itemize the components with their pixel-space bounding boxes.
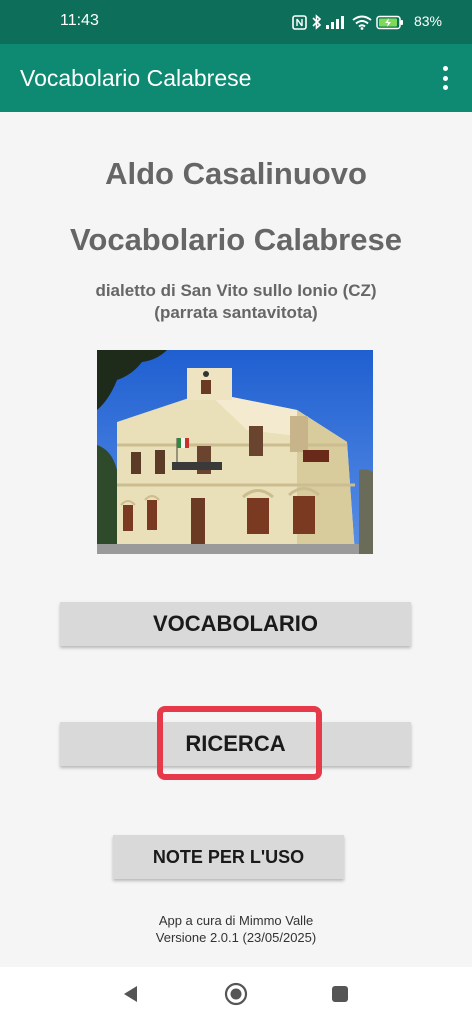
app-bar: Vocabolario Calabrese <box>0 44 472 112</box>
status-bar: 11:43 83% <box>0 0 472 44</box>
signal-icon <box>326 15 348 34</box>
vocabulary-title: Vocabolario Calabrese <box>70 222 402 257</box>
subtitle-line-2: (parrata santavitota) <box>154 303 318 322</box>
wifi-icon <box>352 15 372 35</box>
author-heading: Aldo Casalinuovo <box>105 156 367 191</box>
ricerca-highlight-box <box>157 706 322 780</box>
recents-icon[interactable] <box>331 985 349 1008</box>
status-time: 11:43 <box>60 12 99 29</box>
app-title: Vocabolario Calabrese <box>20 65 252 91</box>
system-nav-bar <box>0 967 472 1023</box>
note-per-uso-button[interactable]: NOTE PER L'USO <box>113 835 344 879</box>
vocabolario-button[interactable]: VOCABOLARIO <box>60 602 411 646</box>
more-vert-icon[interactable] <box>434 66 456 90</box>
status-icons <box>292 14 404 35</box>
subtitle-line-1: dialetto di San Vito sullo Ionio (CZ) <box>95 281 377 300</box>
battery-percent: 83% <box>413 13 442 29</box>
town-hall-photo <box>97 350 373 554</box>
bluetooth-icon <box>311 14 322 35</box>
battery-charging-icon <box>376 15 404 35</box>
credits-author: App a cura di Mimmo Valle <box>158 913 314 928</box>
version-label: Versione 2.0.1 (23/05/2025) <box>155 930 317 945</box>
credits: App a cura di Mimmo Valle Versione 2.0.1… <box>0 912 472 946</box>
home-icon[interactable] <box>224 982 248 1011</box>
back-icon[interactable] <box>121 984 139 1009</box>
main-content: Aldo Casalinuovo Vocabolario Calabrese d… <box>0 112 472 967</box>
nfc-icon <box>292 14 307 35</box>
dialect-subtitle: dialetto di San Vito sullo Ionio (CZ) (p… <box>0 280 472 324</box>
